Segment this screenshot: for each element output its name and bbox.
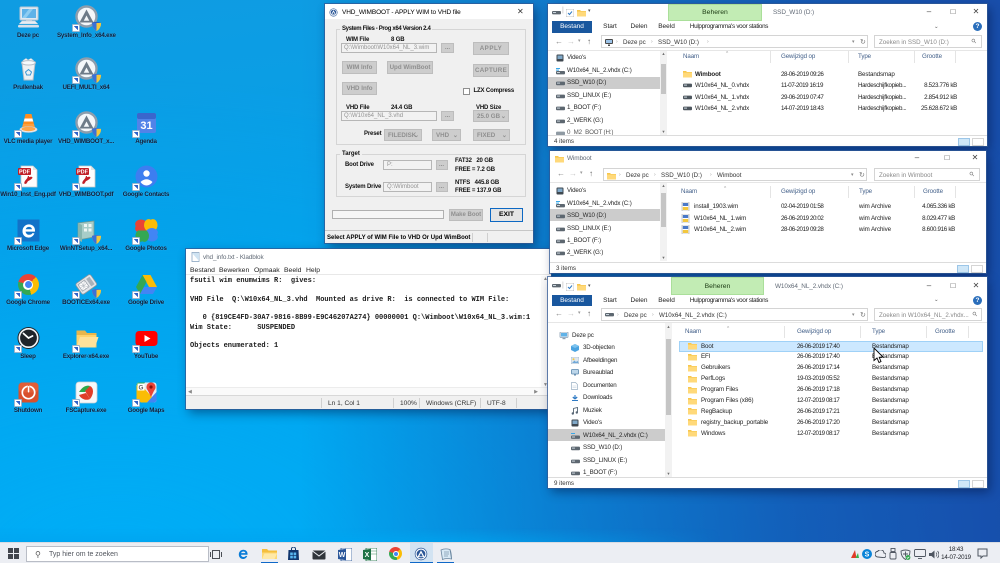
svg-text:PDF: PDF [19, 170, 31, 176]
svg-text:W: W [339, 552, 346, 559]
svg-text:PDF: PDF [77, 170, 89, 176]
svg-text:G: G [138, 384, 143, 391]
svg-text:X: X [365, 552, 370, 559]
svg-text:31: 31 [140, 120, 152, 132]
svg-text:S: S [865, 552, 870, 559]
